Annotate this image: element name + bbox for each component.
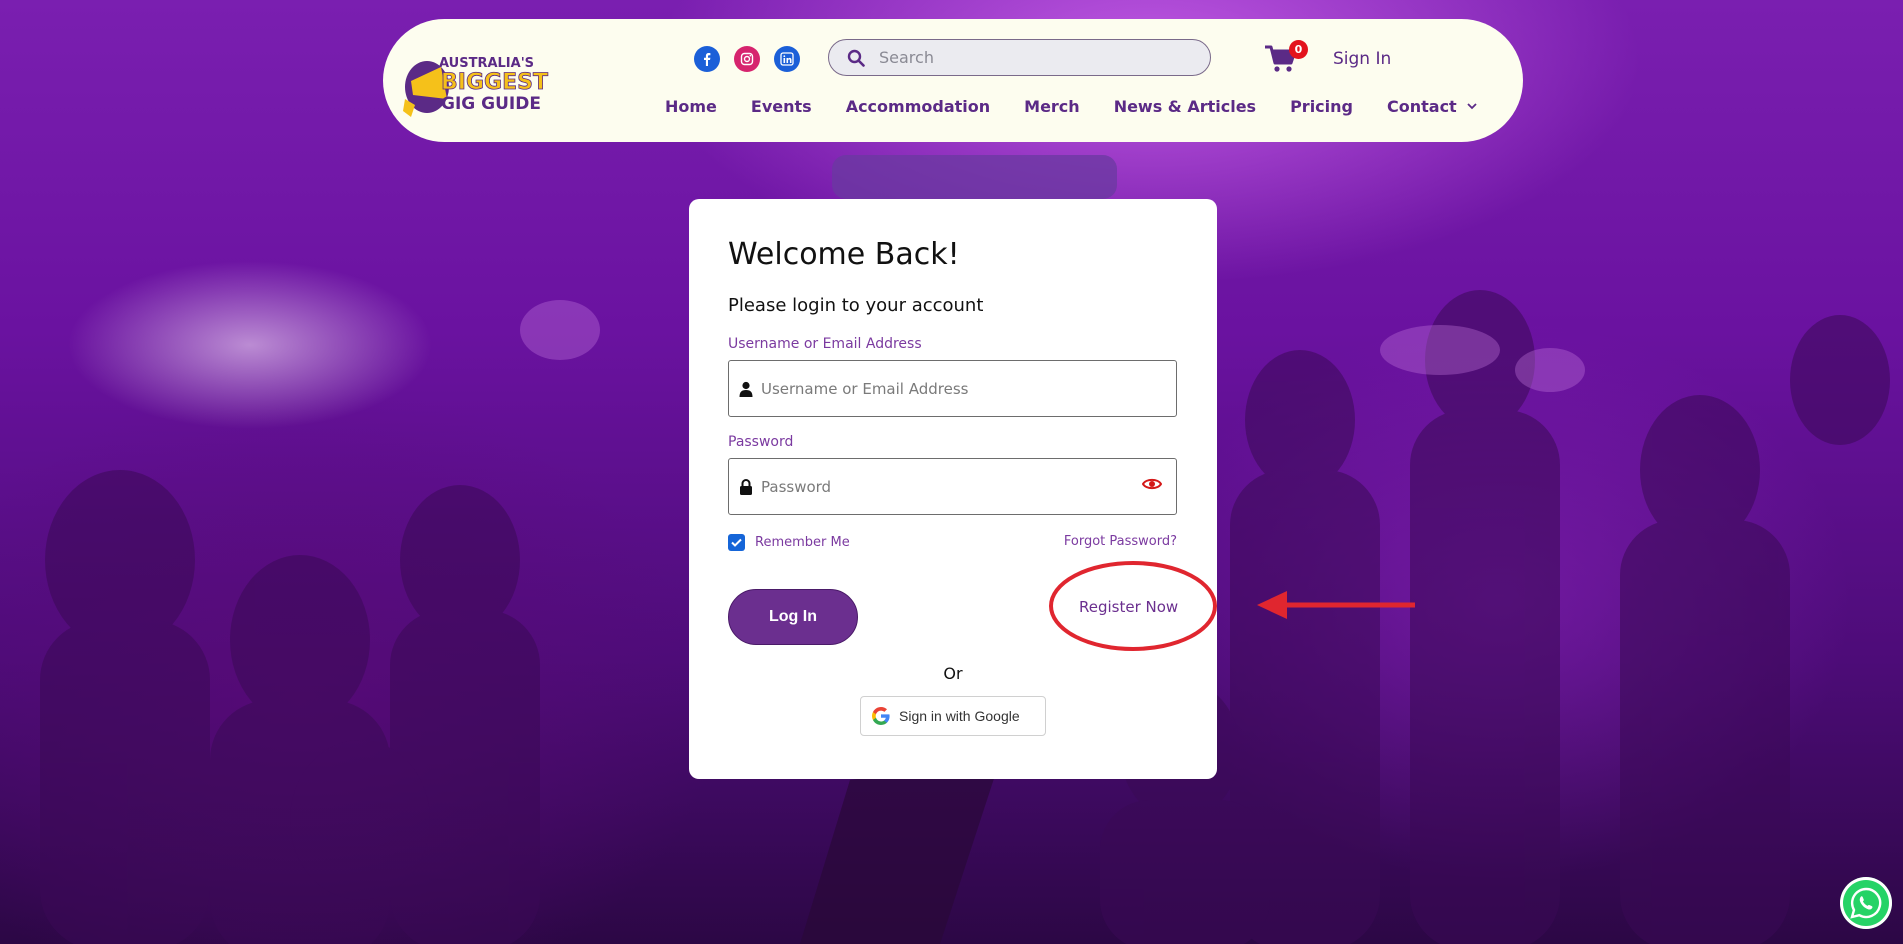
or-divider: Or (943, 664, 963, 683)
user-icon (739, 381, 753, 397)
sign-in-with-google-button[interactable]: Sign in with Google (860, 696, 1046, 736)
login-title: Welcome Back! (728, 237, 960, 272)
search-input[interactable] (879, 48, 1179, 67)
svg-text:GIG GUIDE: GIG GUIDE (441, 94, 541, 114)
svg-text:AUSTRALIA'S: AUSTRALIA'S (439, 56, 534, 71)
nav-item-events[interactable]: Events (751, 97, 812, 116)
login-subtitle: Please login to your account (728, 295, 984, 316)
nav-item-pricing[interactable]: Pricing (1290, 97, 1353, 116)
whatsapp-icon (1850, 887, 1882, 919)
nav-item-merch[interactable]: Merch (1024, 97, 1080, 116)
login-card: Welcome Back! Please login to your accou… (689, 199, 1217, 779)
chevron-down-icon (1467, 103, 1477, 110)
nav-item-home[interactable]: Home (665, 97, 717, 116)
whatsapp-chat-button[interactable] (1840, 877, 1892, 929)
cart-count-badge: 0 (1289, 40, 1308, 59)
checkmark-icon (731, 538, 742, 547)
australias-biggest-gig-guide-logo[interactable]: AUSTRALIA'S BIGGEST GIG GUIDE (401, 39, 561, 123)
linkedin-icon[interactable] (774, 46, 800, 72)
username-field[interactable] (728, 360, 1177, 417)
username-input[interactable] (761, 379, 1121, 398)
password-label: Password (728, 434, 794, 450)
main-nav: Home Events Accommodation Merch News & A… (665, 97, 1511, 116)
remember-me[interactable]: Remember Me (728, 534, 850, 551)
nav-item-news-articles[interactable]: News & Articles (1114, 97, 1256, 116)
remember-me-checkbox[interactable] (728, 534, 745, 551)
show-password-eye-icon[interactable] (1142, 477, 1162, 491)
password-input[interactable] (761, 477, 1121, 496)
red-annotation-highlight (1049, 561, 1415, 651)
remember-me-label: Remember Me (755, 535, 850, 550)
google-button-label: Sign in with Google (899, 708, 1020, 724)
username-label: Username or Email Address (728, 336, 922, 352)
facebook-icon[interactable] (694, 46, 720, 72)
forgot-password-link[interactable]: Forgot Password? (1064, 534, 1177, 549)
password-field[interactable] (728, 458, 1177, 515)
log-in-button[interactable]: Log In (728, 589, 858, 645)
svg-text:BIGGEST: BIGGEST (441, 70, 548, 95)
instagram-icon[interactable] (734, 46, 760, 72)
search-icon (847, 49, 865, 67)
nav-item-accommodation[interactable]: Accommodation (846, 97, 990, 116)
google-icon (872, 707, 890, 725)
sign-in-link[interactable]: Sign In (1333, 49, 1391, 69)
site-header: AUSTRALIA'S BIGGEST GIG GUIDE 0 Sign In … (383, 19, 1523, 142)
lock-icon (740, 478, 752, 495)
nav-item-contact-label: Contact (1387, 97, 1457, 116)
search-bar[interactable] (828, 39, 1211, 76)
nav-item-contact[interactable]: Contact (1387, 97, 1477, 116)
